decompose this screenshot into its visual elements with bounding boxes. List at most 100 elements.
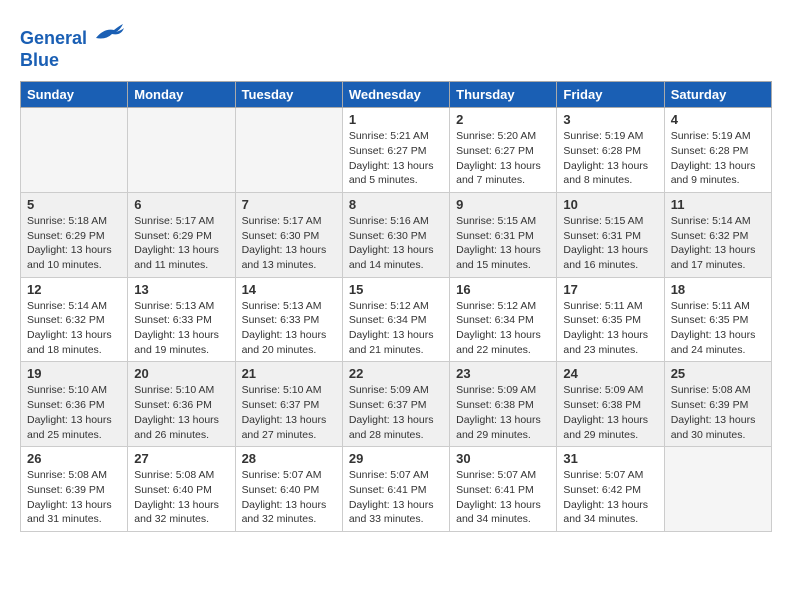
day-cell: 17 Sunrise: 5:11 AM Sunset: 6:35 PM Dayli… xyxy=(557,277,664,362)
day-info: Sunrise: 5:17 AM Sunset: 6:30 PM Dayligh… xyxy=(242,214,336,273)
day-number: 1 xyxy=(349,112,443,127)
day-cell: 5 Sunrise: 5:18 AM Sunset: 6:29 PM Daylig… xyxy=(21,192,128,277)
day-cell: 8 Sunrise: 5:16 AM Sunset: 6:30 PM Daylig… xyxy=(342,192,449,277)
day-info: Sunrise: 5:12 AM Sunset: 6:34 PM Dayligh… xyxy=(349,299,443,358)
day-cell: 1 Sunrise: 5:21 AM Sunset: 6:27 PM Daylig… xyxy=(342,108,449,193)
day-number: 22 xyxy=(349,366,443,381)
day-cell: 21 Sunrise: 5:10 AM Sunset: 6:37 PM Dayli… xyxy=(235,362,342,447)
day-cell: 24 Sunrise: 5:09 AM Sunset: 6:38 PM Dayli… xyxy=(557,362,664,447)
day-number: 28 xyxy=(242,451,336,466)
day-info: Sunrise: 5:19 AM Sunset: 6:28 PM Dayligh… xyxy=(563,129,657,188)
day-number: 29 xyxy=(349,451,443,466)
day-number: 4 xyxy=(671,112,765,127)
day-info: Sunrise: 5:10 AM Sunset: 6:37 PM Dayligh… xyxy=(242,383,336,442)
day-number: 16 xyxy=(456,282,550,297)
header-day-sunday: Sunday xyxy=(21,82,128,108)
day-info: Sunrise: 5:08 AM Sunset: 6:39 PM Dayligh… xyxy=(27,468,121,527)
day-info: Sunrise: 5:07 AM Sunset: 6:41 PM Dayligh… xyxy=(456,468,550,527)
day-cell: 14 Sunrise: 5:13 AM Sunset: 6:33 PM Dayli… xyxy=(235,277,342,362)
day-cell: 25Sunrise: 5:08 AM Sunset: 6:39 PM Dayli… xyxy=(664,362,771,447)
day-cell: 23 Sunrise: 5:09 AM Sunset: 6:38 PM Dayli… xyxy=(450,362,557,447)
day-info: Sunrise: 5:13 AM Sunset: 6:33 PM Dayligh… xyxy=(134,299,228,358)
day-info: Sunrise: 5:11 AM Sunset: 6:35 PM Dayligh… xyxy=(563,299,657,358)
day-info: Sunrise: 5:09 AM Sunset: 6:38 PM Dayligh… xyxy=(563,383,657,442)
day-info: Sunrise: 5:12 AM Sunset: 6:34 PM Dayligh… xyxy=(456,299,550,358)
day-cell: 15 Sunrise: 5:12 AM Sunset: 6:34 PM Dayli… xyxy=(342,277,449,362)
day-number: 30 xyxy=(456,451,550,466)
day-cell: 7 Sunrise: 5:17 AM Sunset: 6:30 PM Daylig… xyxy=(235,192,342,277)
day-cell: 26 Sunrise: 5:08 AM Sunset: 6:39 PM Dayli… xyxy=(21,447,128,532)
day-number: 27 xyxy=(134,451,228,466)
day-cell: 19Sunrise: 5:10 AM Sunset: 6:36 PM Dayli… xyxy=(21,362,128,447)
day-number: 11 xyxy=(671,197,765,212)
day-number: 24 xyxy=(563,366,657,381)
week-row-3: 12 Sunrise: 5:14 AM Sunset: 6:32 PM Dayli… xyxy=(21,277,772,362)
day-cell: 6Sunrise: 5:17 AM Sunset: 6:29 PM Daylig… xyxy=(128,192,235,277)
day-cell xyxy=(128,108,235,193)
day-number: 12 xyxy=(27,282,121,297)
day-info: Sunrise: 5:08 AM Sunset: 6:40 PM Dayligh… xyxy=(134,468,228,527)
day-number: 2 xyxy=(456,112,550,127)
day-number: 31 xyxy=(563,451,657,466)
day-info: Sunrise: 5:07 AM Sunset: 6:40 PM Dayligh… xyxy=(242,468,336,527)
day-cell: 18Sunrise: 5:11 AM Sunset: 6:35 PM Dayli… xyxy=(664,277,771,362)
header-day-monday: Monday xyxy=(128,82,235,108)
day-number: 7 xyxy=(242,197,336,212)
header-day-wednesday: Wednesday xyxy=(342,82,449,108)
logo-blue: Blue xyxy=(20,50,59,70)
day-info: Sunrise: 5:21 AM Sunset: 6:27 PM Dayligh… xyxy=(349,129,443,188)
day-cell xyxy=(235,108,342,193)
header-day-friday: Friday xyxy=(557,82,664,108)
day-info: Sunrise: 5:20 AM Sunset: 6:27 PM Dayligh… xyxy=(456,129,550,188)
day-number: 13 xyxy=(134,282,228,297)
day-info: Sunrise: 5:09 AM Sunset: 6:38 PM Dayligh… xyxy=(456,383,550,442)
day-info: Sunrise: 5:18 AM Sunset: 6:29 PM Dayligh… xyxy=(27,214,121,273)
day-number: 26 xyxy=(27,451,121,466)
day-cell: 16 Sunrise: 5:12 AM Sunset: 6:34 PM Dayli… xyxy=(450,277,557,362)
day-info: Sunrise: 5:14 AM Sunset: 6:32 PM Dayligh… xyxy=(671,214,765,273)
day-number: 8 xyxy=(349,197,443,212)
day-info: Sunrise: 5:07 AM Sunset: 6:42 PM Dayligh… xyxy=(563,468,657,527)
day-cell: 3Sunrise: 5:19 AM Sunset: 6:28 PM Daylig… xyxy=(557,108,664,193)
day-cell: 31 Sunrise: 5:07 AM Sunset: 6:42 PM Dayli… xyxy=(557,447,664,532)
week-row-1: 1 Sunrise: 5:21 AM Sunset: 6:27 PM Daylig… xyxy=(21,108,772,193)
day-number: 23 xyxy=(456,366,550,381)
day-info: Sunrise: 5:13 AM Sunset: 6:33 PM Dayligh… xyxy=(242,299,336,358)
day-number: 10 xyxy=(563,197,657,212)
day-number: 9 xyxy=(456,197,550,212)
day-number: 21 xyxy=(242,366,336,381)
day-cell: 20Sunrise: 5:10 AM Sunset: 6:36 PM Dayli… xyxy=(128,362,235,447)
day-cell: 4Sunrise: 5:19 AM Sunset: 6:28 PM Daylig… xyxy=(664,108,771,193)
day-cell: 22 Sunrise: 5:09 AM Sunset: 6:37 PM Dayli… xyxy=(342,362,449,447)
day-info: Sunrise: 5:09 AM Sunset: 6:37 PM Dayligh… xyxy=(349,383,443,442)
day-info: Sunrise: 5:16 AM Sunset: 6:30 PM Dayligh… xyxy=(349,214,443,273)
day-cell: 13 Sunrise: 5:13 AM Sunset: 6:33 PM Dayli… xyxy=(128,277,235,362)
day-number: 17 xyxy=(563,282,657,297)
day-info: Sunrise: 5:10 AM Sunset: 6:36 PM Dayligh… xyxy=(27,383,121,442)
day-cell: 2 Sunrise: 5:20 AM Sunset: 6:27 PM Daylig… xyxy=(450,108,557,193)
logo: General Blue xyxy=(20,20,124,71)
logo-bird-icon xyxy=(94,20,124,44)
day-number: 5 xyxy=(27,197,121,212)
day-cell: 9 Sunrise: 5:15 AM Sunset: 6:31 PM Daylig… xyxy=(450,192,557,277)
day-info: Sunrise: 5:15 AM Sunset: 6:31 PM Dayligh… xyxy=(563,214,657,273)
day-info: Sunrise: 5:14 AM Sunset: 6:32 PM Dayligh… xyxy=(27,299,121,358)
day-number: 25 xyxy=(671,366,765,381)
day-number: 20 xyxy=(134,366,228,381)
calendar-table: SundayMondayTuesdayWednesdayThursdayFrid… xyxy=(20,81,772,532)
day-cell xyxy=(21,108,128,193)
day-number: 6 xyxy=(134,197,228,212)
day-number: 14 xyxy=(242,282,336,297)
day-cell: 28 Sunrise: 5:07 AM Sunset: 6:40 PM Dayli… xyxy=(235,447,342,532)
day-info: Sunrise: 5:15 AM Sunset: 6:31 PM Dayligh… xyxy=(456,214,550,273)
day-cell: 11 Sunrise: 5:14 AM Sunset: 6:32 PM Dayli… xyxy=(664,192,771,277)
logo-general: General xyxy=(20,28,87,48)
header-day-thursday: Thursday xyxy=(450,82,557,108)
week-row-4: 19Sunrise: 5:10 AM Sunset: 6:36 PM Dayli… xyxy=(21,362,772,447)
header-day-tuesday: Tuesday xyxy=(235,82,342,108)
day-cell xyxy=(664,447,771,532)
page-header: General Blue xyxy=(20,20,772,71)
day-cell: 12 Sunrise: 5:14 AM Sunset: 6:32 PM Dayli… xyxy=(21,277,128,362)
day-cell: 30 Sunrise: 5:07 AM Sunset: 6:41 PM Dayli… xyxy=(450,447,557,532)
day-number: 15 xyxy=(349,282,443,297)
